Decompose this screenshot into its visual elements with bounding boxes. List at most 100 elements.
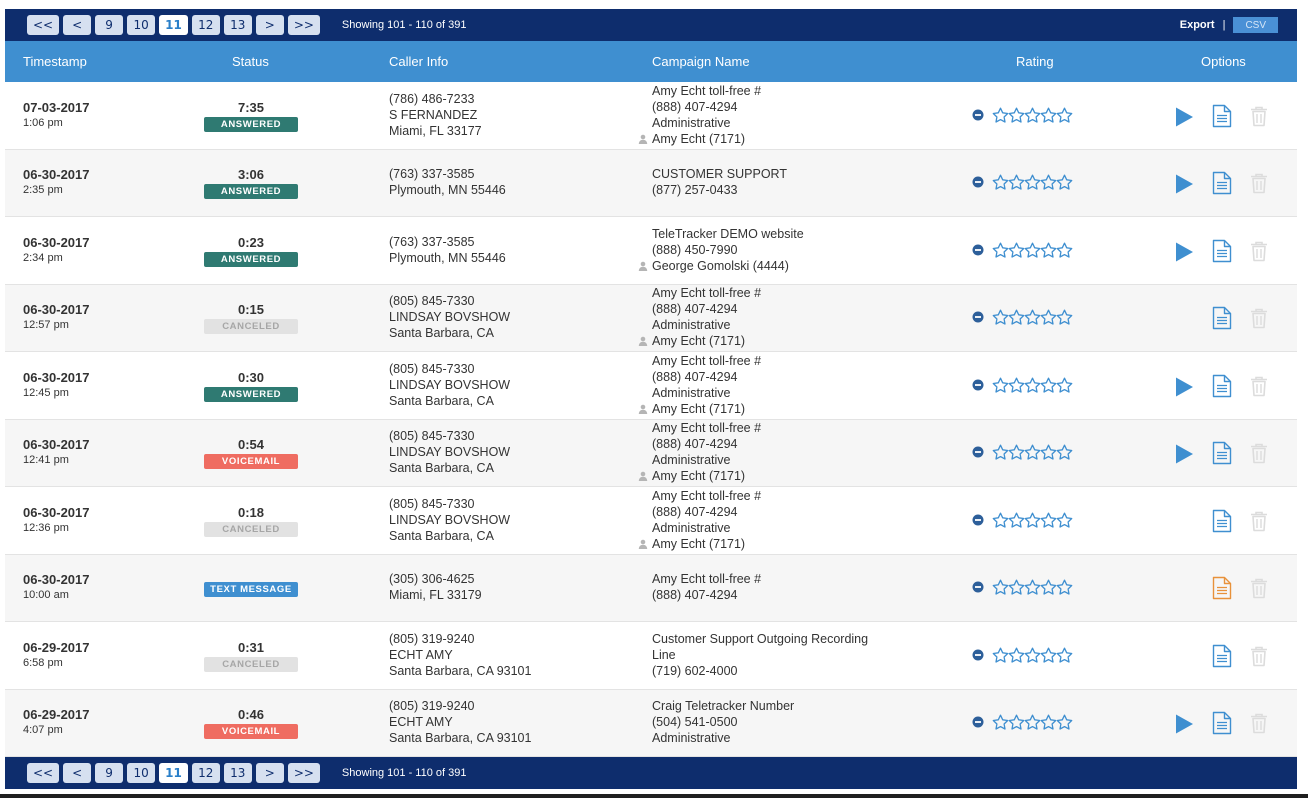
play-recording-icon[interactable] [1173,106,1195,128]
play-recording-icon[interactable] [1173,713,1195,735]
transcript-document-icon[interactable] [1211,576,1233,600]
star-icon[interactable] [992,242,1009,258]
star-icon[interactable] [1056,512,1073,528]
prev-page-button[interactable]: < [63,763,92,783]
page-button-current[interactable]: 11 [159,763,188,783]
clear-rating-icon[interactable] [972,176,984,188]
clear-rating-icon[interactable] [972,716,984,728]
page-button[interactable]: 9 [95,15,124,35]
star-icon[interactable] [992,444,1009,460]
play-recording-icon[interactable] [1173,173,1195,195]
star-icon[interactable] [992,714,1009,730]
star-icon[interactable] [1024,444,1041,460]
last-page-button[interactable]: >> [287,15,320,35]
star-icon[interactable] [1040,377,1057,393]
transcript-document-icon[interactable] [1211,441,1233,465]
transcript-document-icon[interactable] [1211,104,1233,128]
star-icon[interactable] [1008,107,1025,123]
page-button-current[interactable]: 11 [159,15,188,35]
star-icon[interactable] [1056,579,1073,595]
page-button[interactable]: 10 [127,763,156,783]
play-recording-icon[interactable] [1173,241,1195,263]
star-icon[interactable] [992,309,1009,325]
page-button[interactable]: 12 [191,15,220,35]
col-caller-info[interactable]: Caller Info [389,54,448,69]
star-icon[interactable] [1024,512,1041,528]
star-icon[interactable] [992,174,1009,190]
col-timestamp[interactable]: Timestamp [23,54,87,69]
scrollbar-track[interactable] [1298,0,1308,798]
star-icon[interactable] [1040,647,1057,663]
star-icon[interactable] [1008,647,1025,663]
star-icon[interactable] [1024,714,1041,730]
play-recording-icon[interactable] [1173,443,1195,465]
page-button[interactable]: 9 [95,763,124,783]
star-icon[interactable] [1024,242,1041,258]
next-page-button[interactable]: > [255,15,284,35]
first-page-button[interactable]: << [27,15,60,35]
transcript-document-icon[interactable] [1211,306,1233,330]
star-icon[interactable] [1040,309,1057,325]
star-icon[interactable] [1056,107,1073,123]
star-icon[interactable] [1040,714,1057,730]
col-status[interactable]: Status [232,54,269,69]
star-icon[interactable] [1040,107,1057,123]
page-button[interactable]: 10 [127,15,156,35]
transcript-document-icon[interactable] [1211,711,1233,735]
page-button[interactable]: 13 [223,763,252,783]
prev-page-button[interactable]: < [63,15,92,35]
star-icon[interactable] [1040,444,1057,460]
star-icon[interactable] [1040,512,1057,528]
clear-rating-icon[interactable] [972,514,984,526]
clear-rating-icon[interactable] [972,649,984,661]
clear-rating-icon[interactable] [972,379,984,391]
first-page-button[interactable]: << [27,763,60,783]
play-recording-icon[interactable] [1173,376,1195,398]
col-campaign-name[interactable]: Campaign Name [652,54,750,69]
clear-rating-icon[interactable] [972,109,984,121]
col-rating[interactable]: Rating [1016,54,1054,69]
transcript-document-icon[interactable] [1211,171,1233,195]
star-icon[interactable] [1040,242,1057,258]
transcript-document-icon[interactable] [1211,239,1233,263]
star-icon[interactable] [992,377,1009,393]
star-icon[interactable] [1024,107,1041,123]
star-icon[interactable] [1040,174,1057,190]
star-icon[interactable] [1056,444,1073,460]
star-icon[interactable] [1008,579,1025,595]
star-icon[interactable] [1024,309,1041,325]
clear-rating-icon[interactable] [972,581,984,593]
star-icon[interactable] [1024,579,1041,595]
star-icon[interactable] [1024,174,1041,190]
star-icon[interactable] [1008,512,1025,528]
star-icon[interactable] [1056,647,1073,663]
clear-rating-icon[interactable] [972,446,984,458]
star-icon[interactable] [1024,377,1041,393]
star-icon[interactable] [1056,309,1073,325]
star-icon[interactable] [1008,377,1025,393]
star-icon[interactable] [1008,714,1025,730]
page-button[interactable]: 12 [191,763,220,783]
next-page-button[interactable]: > [255,763,284,783]
star-icon[interactable] [1056,174,1073,190]
star-icon[interactable] [992,107,1009,123]
star-icon[interactable] [1008,174,1025,190]
star-icon[interactable] [1008,242,1025,258]
clear-rating-icon[interactable] [972,244,984,256]
star-icon[interactable] [992,512,1009,528]
star-icon[interactable] [1008,444,1025,460]
csv-export-button[interactable]: CSV [1233,17,1278,33]
star-icon[interactable] [1040,579,1057,595]
star-icon[interactable] [992,647,1009,663]
transcript-document-icon[interactable] [1211,374,1233,398]
clear-rating-icon[interactable] [972,311,984,323]
star-icon[interactable] [992,579,1009,595]
page-button[interactable]: 13 [223,15,252,35]
star-icon[interactable] [1056,714,1073,730]
star-icon[interactable] [1056,377,1073,393]
last-page-button[interactable]: >> [287,763,320,783]
transcript-document-icon[interactable] [1211,509,1233,533]
transcript-document-icon[interactable] [1211,644,1233,668]
star-icon[interactable] [1056,242,1073,258]
star-icon[interactable] [1008,309,1025,325]
